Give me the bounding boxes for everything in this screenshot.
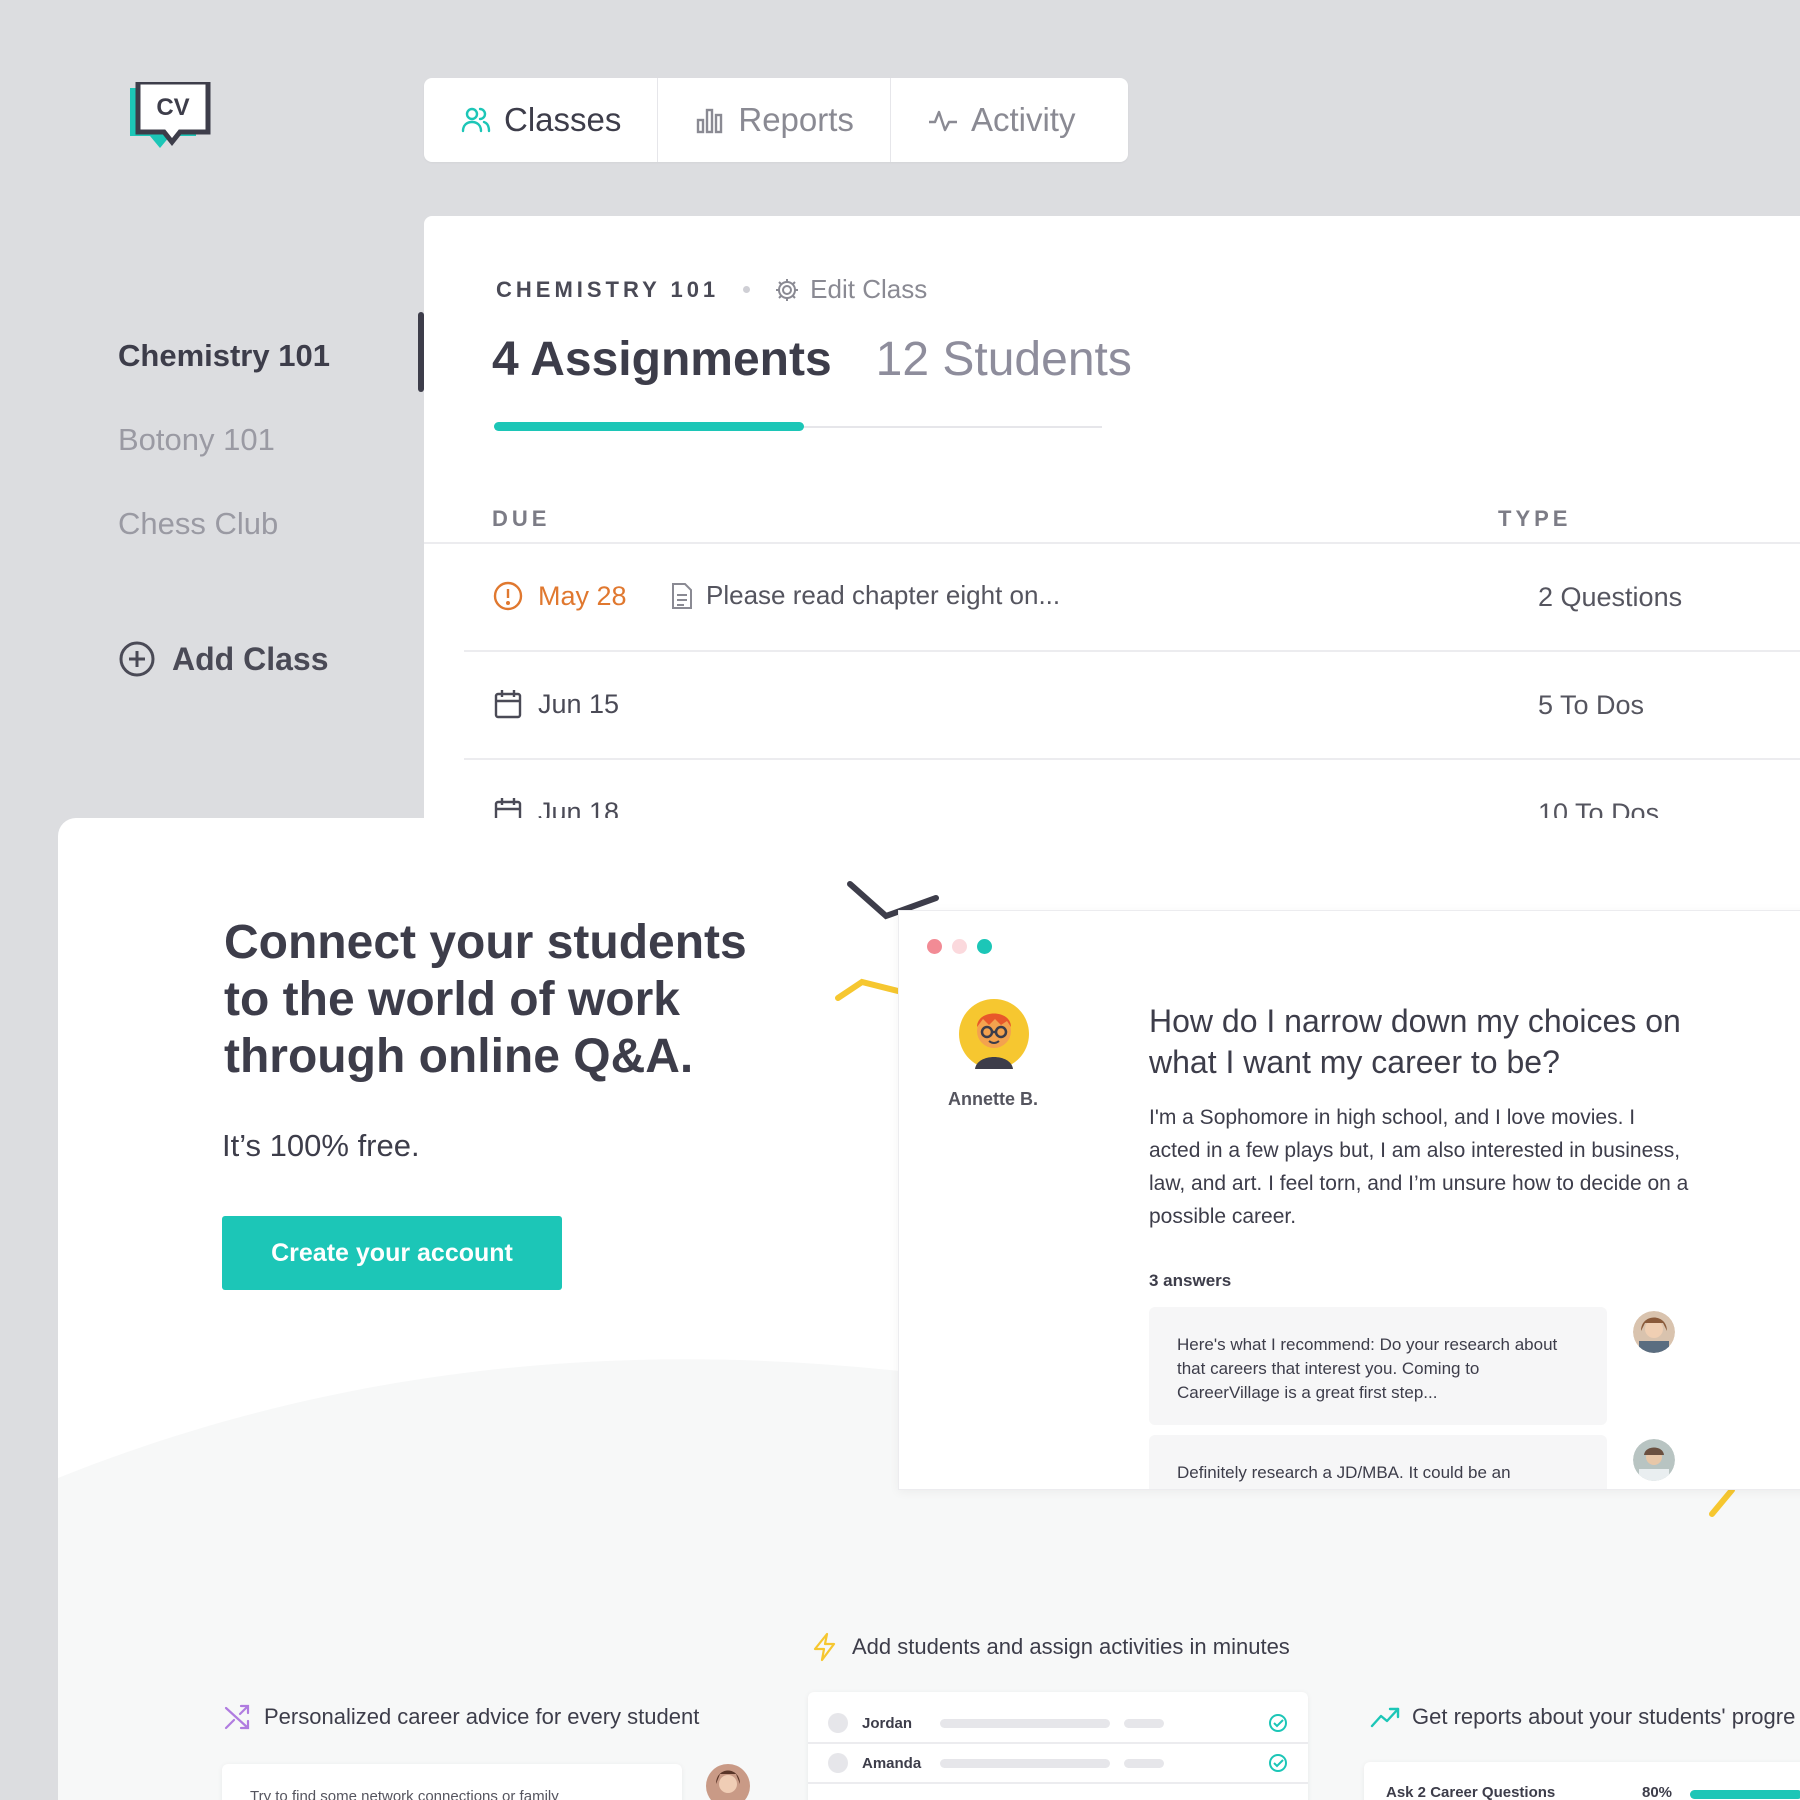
tab-classes-label: Classes bbox=[504, 101, 622, 138]
report-progress-track bbox=[1690, 1790, 1800, 1799]
separator-dot bbox=[743, 286, 751, 293]
column-header-type: TYPE bbox=[1498, 506, 1572, 531]
check-circle-icon bbox=[1269, 1714, 1287, 1732]
class-item-chemistry[interactable]: Chemistry 101 bbox=[118, 330, 330, 414]
tab-assignments[interactable]: 4 Assignments bbox=[492, 332, 832, 387]
add-class-button[interactable]: Add Class bbox=[118, 640, 328, 678]
tab-activity[interactable]: Activity bbox=[891, 78, 1112, 162]
plus-circle-icon bbox=[119, 641, 155, 677]
advice-preview-card: Try to find some network connections or … bbox=[222, 1764, 682, 1800]
answerer-avatar bbox=[1633, 1439, 1675, 1481]
feature-assign-activities: Add students and assign activities in mi… bbox=[810, 1632, 1290, 1662]
window-dot-red bbox=[927, 939, 942, 954]
active-subtab-underline bbox=[494, 422, 804, 431]
feature-personalized-advice: Personalized career advice for every stu… bbox=[222, 1702, 699, 1732]
progress-placeholder bbox=[940, 1718, 1110, 1728]
feature-assign-label: Add students and assign activities in mi… bbox=[852, 1634, 1290, 1659]
window-controls bbox=[927, 939, 992, 954]
bar-chart-icon bbox=[697, 108, 723, 134]
student-name: Jordan bbox=[862, 1714, 913, 1732]
advisor-avatar bbox=[706, 1764, 750, 1800]
due-date-label: Jun 15 bbox=[538, 688, 620, 719]
create-account-button[interactable]: Create your account bbox=[222, 1216, 562, 1290]
assignment-type: 2 Questions bbox=[1538, 582, 1683, 612]
lightning-icon bbox=[813, 1632, 836, 1662]
window-dot-teal bbox=[977, 939, 992, 954]
assignment-description: Please read chapter eight on... bbox=[670, 580, 1060, 611]
answers-count: 3 answers bbox=[1149, 1271, 1232, 1290]
landing-panel: Connect your students to the world of wo… bbox=[58, 818, 1800, 1800]
progress-placeholder bbox=[1124, 1758, 1164, 1768]
assignment-description-label: Please read chapter eight on... bbox=[706, 580, 1061, 610]
gear-icon bbox=[776, 278, 799, 301]
tab-reports-label: Reports bbox=[738, 101, 854, 138]
class-subtabs: 4 Assignments 12 Students bbox=[492, 332, 1132, 387]
student-avatar bbox=[959, 999, 1029, 1069]
class-item-chess-club[interactable]: Chess Club bbox=[118, 498, 330, 582]
assignment-row[interactable]: May 28 Please read chapter eight on... 2… bbox=[464, 544, 1800, 652]
calendar-icon bbox=[494, 690, 522, 719]
assignment-type: 5 To Dos bbox=[1538, 690, 1645, 720]
class-title: CHEMISTRY 101 bbox=[496, 276, 720, 302]
hero-title: Connect your students to the world of wo… bbox=[224, 916, 747, 1083]
answer-card: Here's what I recommend: Do your researc… bbox=[1149, 1307, 1607, 1425]
student-row: Jordan bbox=[808, 1704, 1308, 1744]
window-dot-pink bbox=[952, 939, 967, 954]
due-date: Jun 15 bbox=[492, 688, 619, 720]
feature-personalized-label: Personalized career advice for every stu… bbox=[264, 1704, 700, 1729]
asker-name: Annette B. bbox=[948, 1089, 1038, 1109]
hero-subtitle: It’s 100% free. bbox=[222, 1128, 420, 1163]
advice-preview-text: Try to find some network connections or … bbox=[250, 1788, 559, 1800]
due-date-label: May 28 bbox=[538, 580, 627, 611]
trending-up-icon bbox=[1370, 1707, 1400, 1728]
question-body: I'm a Sophomore in high school, and I lo… bbox=[1149, 1106, 1689, 1228]
due-date: May 28 bbox=[492, 580, 627, 612]
progress-placeholder bbox=[1124, 1718, 1164, 1728]
edit-class-button[interactable]: Edit Class bbox=[774, 274, 927, 305]
answerer-avatar bbox=[1633, 1311, 1675, 1353]
report-value: 80% bbox=[1642, 1784, 1673, 1800]
class-panel: CHEMISTRY 101 Edit Class 4 Assignments 1… bbox=[424, 216, 1800, 836]
student-name: Amanda bbox=[862, 1754, 922, 1772]
report-progress-fill bbox=[1690, 1790, 1800, 1799]
progress-placeholder bbox=[940, 1758, 1110, 1768]
question-title[interactable]: How do I narrow down my choices on what … bbox=[1149, 1001, 1689, 1083]
assignment-row[interactable]: Jun 15 5 To Dos bbox=[464, 652, 1800, 760]
class-list: Chemistry 101 Botony 101 Chess Club bbox=[118, 330, 330, 582]
student-row: Amanda bbox=[808, 1744, 1308, 1784]
student-avatar-placeholder bbox=[828, 1753, 848, 1773]
logo-text: CV bbox=[156, 94, 189, 121]
student-avatar-placeholder bbox=[828, 1713, 848, 1733]
report-label: Ask 2 Career Questions bbox=[1386, 1784, 1556, 1800]
tab-students[interactable]: 12 Students bbox=[876, 332, 1132, 387]
qa-preview-window: Annette B. How do I narrow down my choic… bbox=[898, 910, 1800, 1490]
shuffle-icon bbox=[224, 1704, 250, 1730]
add-class-label: Add Class bbox=[172, 640, 329, 677]
tab-reports[interactable]: Reports bbox=[658, 78, 891, 162]
feature-reports: Get reports about your students' progre bbox=[1370, 1702, 1795, 1732]
tab-classes[interactable]: Classes bbox=[424, 78, 659, 162]
answer-card: Definitely research a JD/MBA. It could b… bbox=[1149, 1435, 1607, 1489]
students-preview-card: Jordan Amanda bbox=[808, 1692, 1308, 1800]
alert-circle-icon bbox=[493, 581, 523, 611]
main-nav-tabs: Classes Reports Activity bbox=[424, 78, 1128, 162]
class-item-botony[interactable]: Botony 101 bbox=[118, 414, 330, 498]
document-icon bbox=[672, 582, 692, 609]
breadcrumb: CHEMISTRY 101 Edit Class bbox=[496, 274, 927, 305]
users-icon bbox=[461, 107, 491, 133]
edit-class-label: Edit Class bbox=[810, 274, 928, 304]
feature-reports-label: Get reports about your students' progre bbox=[1412, 1704, 1796, 1729]
check-circle-icon bbox=[1269, 1754, 1287, 1772]
careervillage-logo: CV bbox=[130, 82, 211, 148]
report-preview-card: Ask 2 Career Questions 80% bbox=[1364, 1762, 1800, 1800]
activity-icon bbox=[928, 110, 957, 132]
tab-activity-label: Activity bbox=[970, 101, 1076, 138]
column-header-due: DUE bbox=[492, 506, 551, 531]
